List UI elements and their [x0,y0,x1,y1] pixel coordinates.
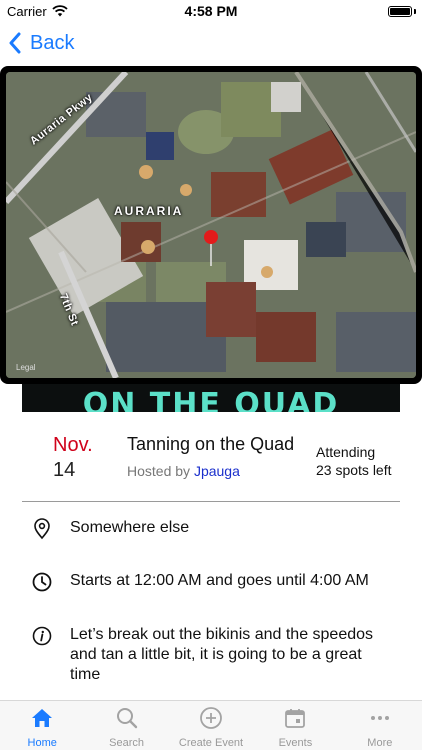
battery-tip [414,9,416,14]
more-icon [370,716,389,720]
search-icon [116,708,137,729]
back-button[interactable]: Back [8,30,74,56]
event-title: Tanning on the Quad [127,434,295,454]
tab-events-label: Events [278,737,313,749]
tab-more-label: More [367,737,393,749]
hosted-by: Hosted by Jpauga [127,463,240,479]
map-satellite-view[interactable]: Auraria Pkwy AURARIA 7th St Legal [6,72,416,378]
tab-create-event-label: Create Event [178,737,244,749]
time-row: Starts at 12:00 AM and goes until 4:00 A… [32,571,392,593]
calendar-icon [285,709,306,728]
chevron-left-icon [9,32,21,54]
tab-bar: Home Search Create Event Events More [0,700,422,750]
map-label-area: AURARIA [114,204,184,218]
event-map[interactable]: Auraria Pkwy AURARIA 7th St Legal [0,66,422,384]
event-month: Nov. [53,434,93,456]
tab-create-event[interactable]: Create Event [169,701,253,750]
spots-left: 23 spots left [316,462,392,478]
home-icon [32,709,53,727]
event-banner-image: ON THE QUAD [22,384,400,412]
map-legal-link[interactable]: Legal [16,363,36,372]
battery-icon [388,6,412,17]
banner-text: ON THE QUAD [82,387,340,413]
tab-home[interactable]: Home [0,701,84,750]
back-label: Back [30,31,75,54]
divider [22,501,400,502]
info-icon [32,626,52,646]
tab-search-label: Search [109,737,145,749]
time-text: Starts at 12:00 AM and goes until 4:00 A… [70,572,369,589]
tab-home-label: Home [27,737,57,749]
clock-icon [32,572,52,592]
host-link[interactable]: Jpauga [194,463,240,479]
location-row: Somewhere else [32,518,392,540]
status-bar: Carrier 4:58 PM [0,0,422,24]
location-text: Somewhere else [70,519,190,536]
description-row: Let’s break out the bikinis and the spee… [32,625,392,685]
tab-events[interactable]: Events [253,701,337,750]
hosted-prefix: Hosted by [127,463,191,479]
tab-search[interactable]: Search [84,701,168,750]
attending-label: Attending [316,444,376,460]
status-time: 4:58 PM [184,3,238,19]
tab-more[interactable]: More [338,701,422,750]
add-circle-icon [200,707,222,729]
event-day: 14 [53,459,76,481]
location-pin-icon [34,518,50,540]
description-text: Let’s break out the bikinis and the spee… [70,626,374,683]
